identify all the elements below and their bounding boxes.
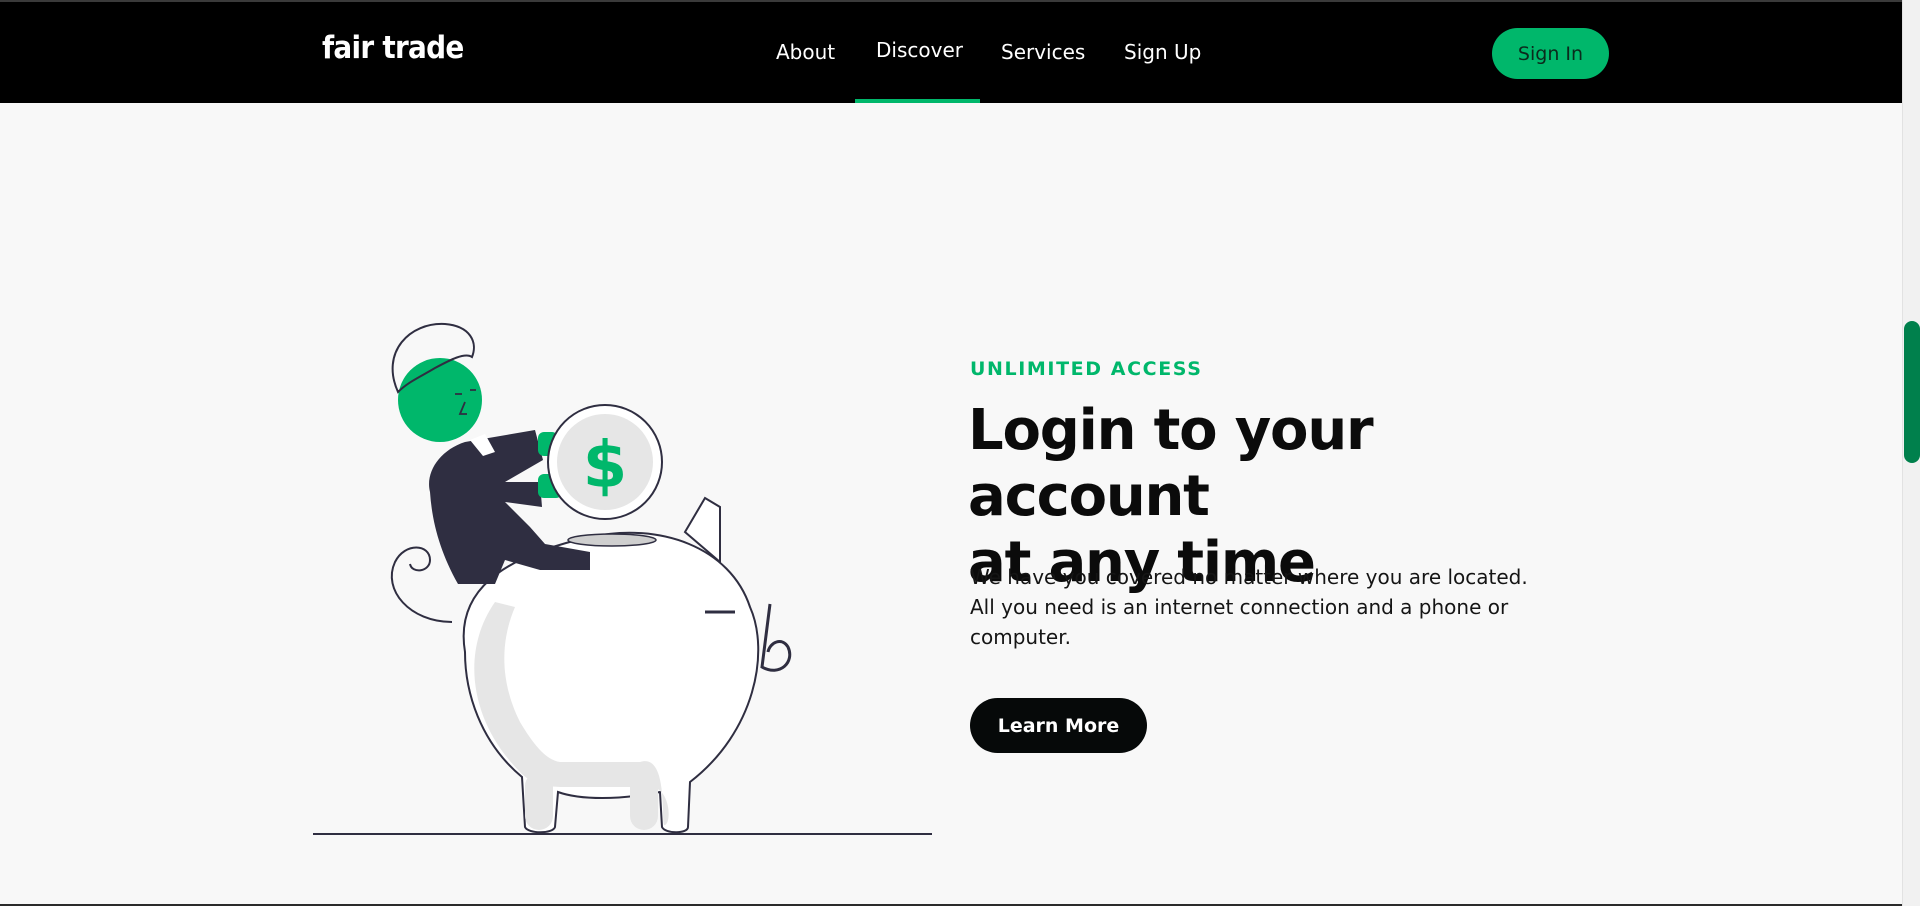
pig-snout [760, 603, 792, 672]
pig-body [462, 531, 760, 834]
dollar-icon: $ [583, 429, 628, 503]
learn-more-button[interactable]: Learn More [970, 698, 1147, 753]
nav-link-discover[interactable]: Discover [876, 38, 963, 62]
nav-link-sign-up[interactable]: Sign Up [1124, 40, 1201, 64]
hero-description-line-1: We have you covered no matter where you … [970, 565, 1528, 589]
pig-leg-back [630, 772, 658, 830]
hero-description: We have you covered no matter where you … [970, 562, 1530, 652]
scrollbar-thumb[interactable] [1904, 321, 1920, 463]
brand-logo[interactable]: fair trade [322, 30, 464, 66]
sign-in-button[interactable]: Sign In [1492, 28, 1609, 79]
nav-link-services[interactable]: Services [1001, 40, 1085, 64]
top-navbar: fair trade About Discover Services Sign … [0, 2, 1902, 103]
page-viewport: fair trade About Discover Services Sign … [0, 0, 1902, 906]
person-head [398, 358, 482, 442]
pig-tail [390, 546, 453, 623]
piggy-bank-illustration: $ [313, 322, 932, 835]
hero-headline-line-1: Login to your account [968, 398, 1374, 529]
coin-slot [567, 533, 657, 547]
active-tab-indicator [855, 99, 980, 103]
nav-link-about[interactable]: About [776, 40, 835, 64]
pig-leg-front [525, 772, 553, 830]
hero-description-line-3: computer. [970, 625, 1071, 649]
hero-description-line-2: All you need is an internet connection a… [970, 595, 1509, 619]
section-eyebrow: UNLIMITED ACCESS [970, 358, 1203, 380]
